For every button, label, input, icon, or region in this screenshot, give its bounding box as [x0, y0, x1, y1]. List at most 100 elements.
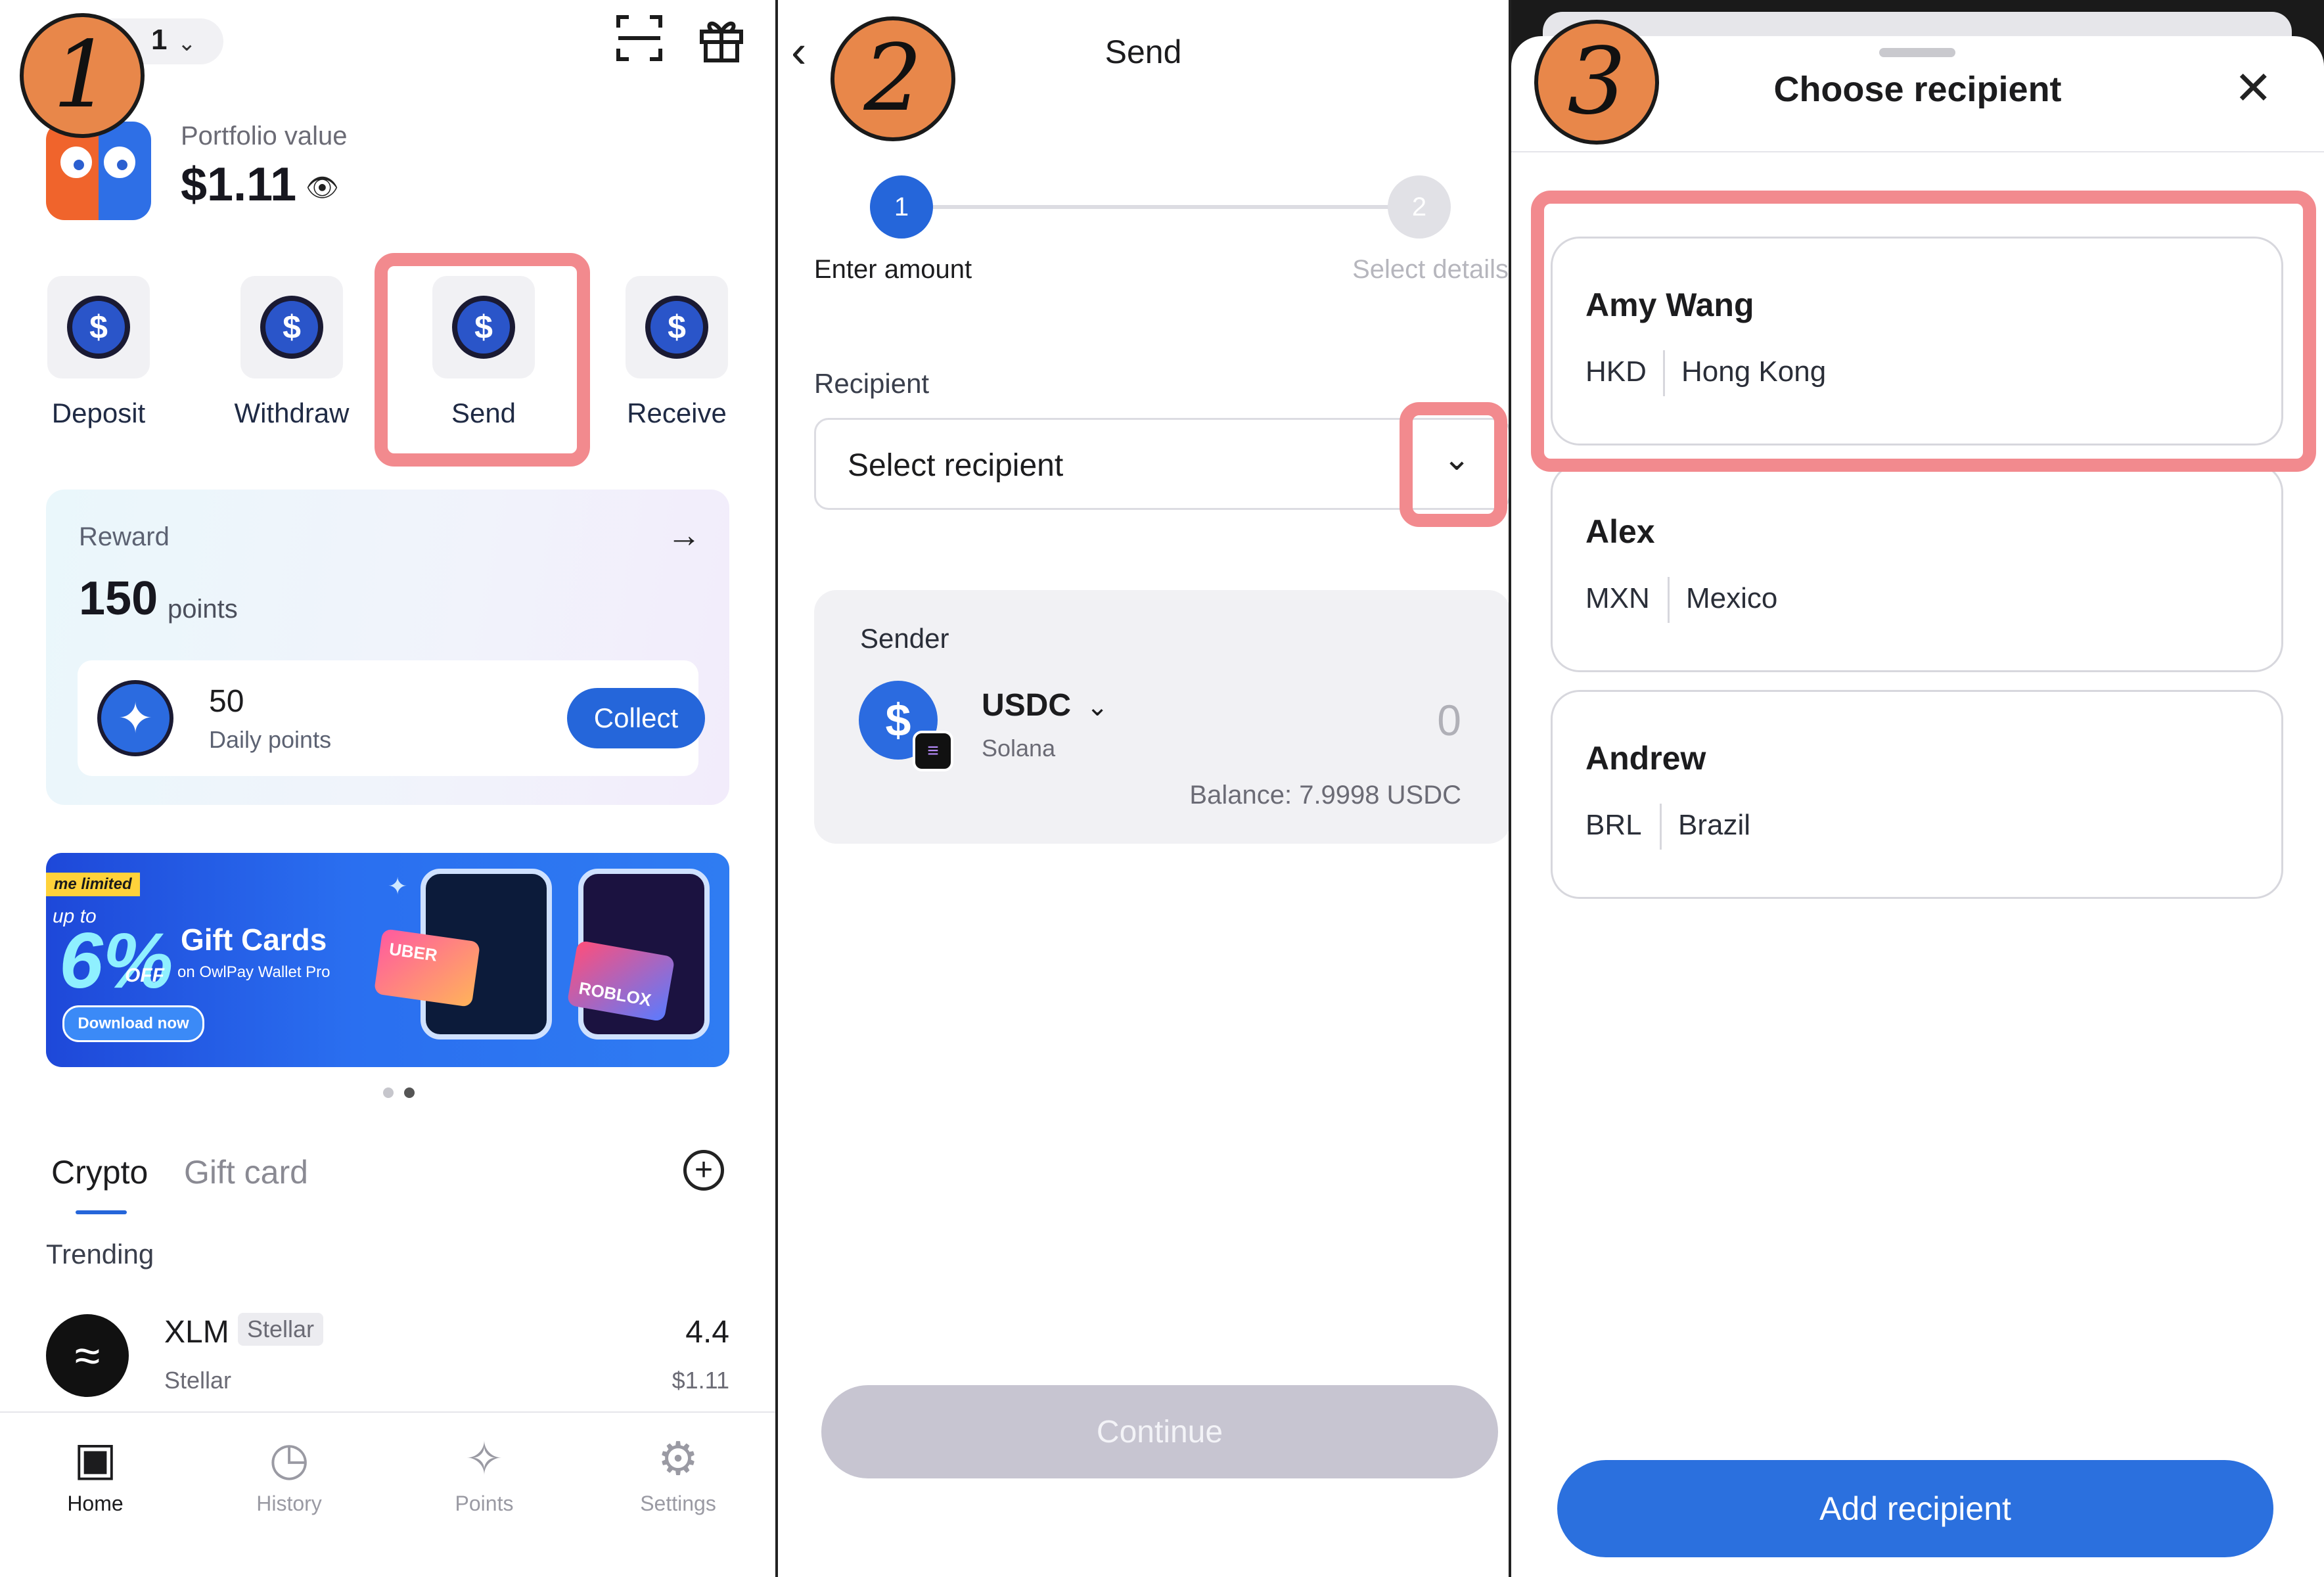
sparkle-icon: ✦ [97, 680, 173, 756]
banner-card-label: ROBLOX [577, 978, 653, 1011]
deposit-icon: $ [47, 276, 150, 378]
tab-crypto[interactable]: Crypto [51, 1153, 148, 1191]
reward-card[interactable]: Reward → 150 points ✦ 50 Daily points Co… [46, 490, 729, 805]
sparkle-icon: ✧ [465, 1433, 504, 1484]
sparkle-icon: ✦ [388, 873, 408, 900]
daily-points-value: 50 [209, 684, 244, 719]
history-icon: ◷ [269, 1433, 309, 1484]
stepper-label-2: Select details [1352, 255, 1509, 284]
nav-settings[interactable]: ⚙ Settings [612, 1432, 744, 1516]
reward-title: Reward [79, 522, 170, 551]
nav-history[interactable]: ◷ History [223, 1432, 355, 1516]
recipient-name: Amy Wang [1585, 286, 1754, 323]
recipient-currency: HKD [1585, 355, 1647, 388]
divider [1511, 151, 2324, 152]
asset-symbol[interactable]: XLM [164, 1314, 229, 1350]
recipient-name: Alex [1585, 513, 1655, 550]
sender-title: Sender [860, 623, 949, 654]
wallet-icon: ▣ [73, 1433, 118, 1484]
deposit-label: Deposit [51, 398, 146, 428]
send-button[interactable]: $ [432, 276, 535, 378]
recipient-select-placeholder: Select recipient [848, 448, 1064, 483]
step-badge: 1 [20, 13, 145, 138]
eye-icon[interactable]: 👁 [306, 172, 339, 203]
reward-points-unit: points [168, 595, 238, 624]
banner-card-label: UBER [388, 938, 439, 965]
asset-amount: 4.4 [685, 1315, 729, 1350]
token-symbol: USDC [982, 688, 1072, 723]
carousel-dots[interactable] [378, 1087, 420, 1101]
collect-button[interactable]: Collect [567, 688, 705, 748]
balance-text: Balance: 7.9998 USDC [1189, 781, 1461, 810]
account-label: 1 [151, 24, 168, 56]
stepper-line [870, 205, 1389, 209]
receive-label: Receive [627, 398, 727, 428]
arrow-right-icon[interactable]: → [667, 516, 701, 555]
withdraw-label: Withdraw [234, 398, 350, 428]
nav-points[interactable]: ✧ Points [419, 1432, 550, 1516]
withdraw-icon: $ [240, 276, 343, 378]
amount-input[interactable]: 0 [1437, 695, 1461, 745]
withdraw-button[interactable]: $ [240, 276, 343, 378]
recipient-card[interactable]: Andrew BRL Brazil [1551, 690, 2283, 899]
recipient-sheet: Choose recipient ✕ Amy Wang HKD Hong Kon… [1511, 36, 2324, 1577]
bottom-nav: ▣ Home ◷ History ✧ Points ⚙ Settings [0, 1411, 775, 1577]
continue-button[interactable]: Continue [821, 1385, 1498, 1478]
add-recipient-button[interactable]: Add recipient [1557, 1460, 2273, 1557]
trending-heading: Trending [46, 1239, 154, 1269]
stepper-label-1: Enter amount [814, 255, 972, 284]
recipient-country: Hong Kong [1681, 355, 1827, 388]
chevron-down-icon: ⌄ [1086, 693, 1108, 721]
promo-banner[interactable]: me limited up to 6% OFF Gift Cards on Ow… [46, 853, 729, 1067]
nav-home[interactable]: ▣ Home [30, 1432, 161, 1516]
banner-download-button[interactable]: Download now [62, 1005, 204, 1042]
daily-points-row: ✦ 50 Daily points Collect [78, 660, 705, 776]
banner-subtitle: on OwlPay Wallet Pro [177, 963, 330, 981]
banner-title: Gift Cards [181, 923, 327, 957]
recipient-currency: MXN [1585, 582, 1650, 614]
scan-icon[interactable] [614, 13, 664, 74]
recipient-country: Brazil [1678, 809, 1751, 841]
sheet-grabber[interactable] [1879, 48, 1955, 57]
settings-sliders-icon: ⚙ [657, 1433, 699, 1484]
recipient-card[interactable]: Amy Wang HKD Hong Kong [1551, 237, 2283, 446]
deposit-button[interactable]: $ [47, 276, 150, 378]
step-badge: 3 [1534, 20, 1659, 145]
daily-points-label: Daily points [209, 726, 332, 753]
portfolio-label: Portfolio value [181, 122, 348, 150]
token-selector[interactable]: USDC ⌄ [982, 687, 1108, 723]
chevron-down-icon[interactable]: ⌄ [1443, 440, 1470, 478]
recipient-label: Recipient [814, 368, 930, 399]
nav-settings-label: Settings [640, 1492, 716, 1515]
banner-off: OFF [125, 965, 164, 986]
app-logo [46, 122, 151, 220]
divider [1663, 350, 1665, 396]
home-screen: 1 ⌄ Portfolio value $1.11 👁 $ Deposit $ … [0, 0, 778, 1577]
stepper-step-1: 1 [870, 175, 933, 239]
step-badge: 2 [831, 16, 955, 141]
receive-button[interactable]: $ [626, 276, 728, 378]
recipient-select[interactable]: Select recipient ⌄ [814, 418, 1509, 510]
tab-gift-card[interactable]: Gift card [184, 1153, 308, 1191]
portfolio-value: $1.11 [181, 158, 297, 211]
add-asset-icon[interactable]: + [683, 1150, 724, 1191]
nav-points-label: Points [455, 1492, 514, 1515]
chevron-down-icon: ⌄ [177, 31, 196, 56]
divider [1668, 577, 1670, 623]
solana-icon: ≡ [913, 731, 953, 771]
recipient-name: Andrew [1585, 740, 1706, 777]
asset-value: $1.11 [672, 1367, 729, 1394]
asset-network-tag: Stellar [238, 1313, 324, 1346]
nav-home-label: Home [67, 1492, 124, 1515]
recipient-currency: BRL [1585, 809, 1642, 841]
asset-name: Stellar [164, 1367, 232, 1394]
gift-icon[interactable] [696, 13, 746, 74]
receive-icon: $ [626, 276, 728, 378]
token-network: Solana [982, 735, 1056, 762]
choose-recipient-screen: Choose recipient ✕ Amy Wang HKD Hong Kon… [1511, 0, 2324, 1577]
close-icon[interactable]: ✕ [2234, 61, 2273, 115]
recipient-card[interactable]: Alex MXN Mexico [1551, 463, 2283, 672]
stepper-step-2: 2 [1388, 175, 1451, 239]
divider [1660, 804, 1662, 850]
stellar-coin-icon: ≈ [46, 1314, 129, 1397]
